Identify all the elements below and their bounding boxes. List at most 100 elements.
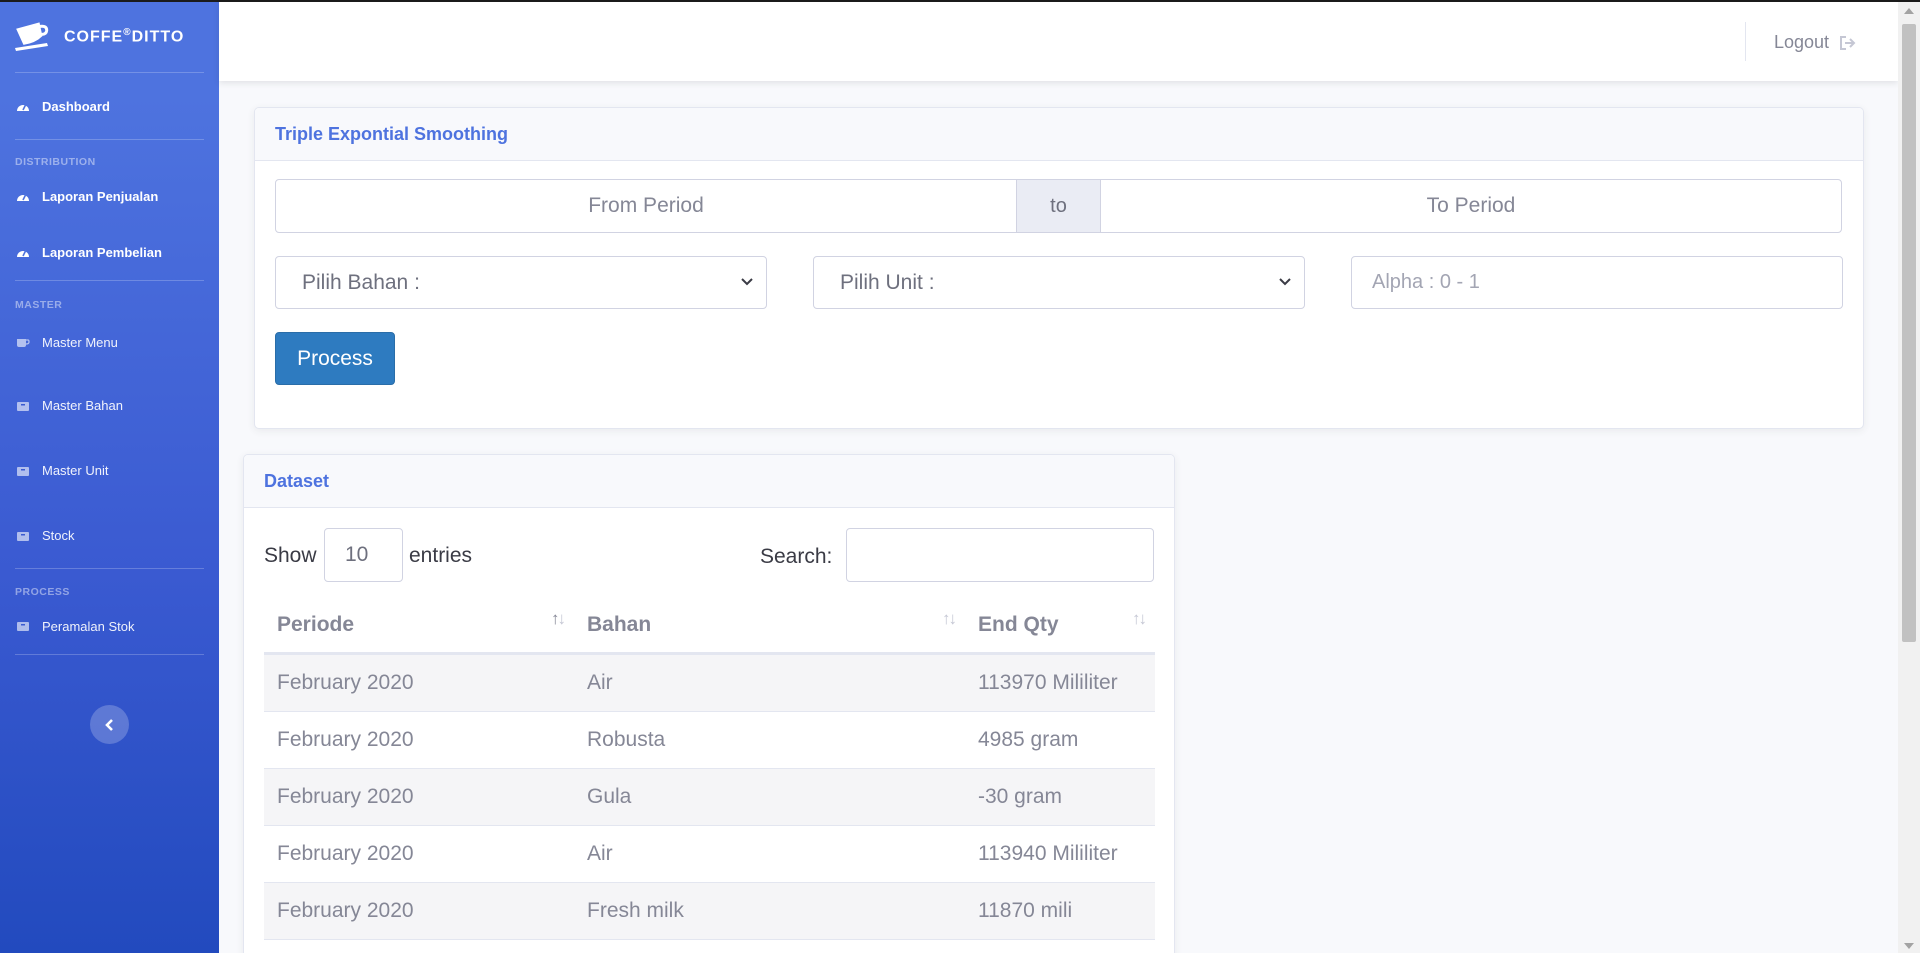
cell-end-qty: 11870 mili xyxy=(978,899,1073,922)
unit-select-value: Pilih Unit : xyxy=(840,270,935,294)
sidebar-item-stock[interactable]: Stock xyxy=(0,503,219,568)
sidebar-heading-master: MASTER xyxy=(15,299,63,311)
table-row[interactable]: February 2020 Air 113970 Mililiter xyxy=(264,655,1155,712)
sidebar-item-peramalan-stok[interactable]: Peramalan Stok xyxy=(0,598,219,654)
sidebar-item-laporan-penjualan[interactable]: Laporan Penjualan xyxy=(0,168,219,224)
to-period-input[interactable]: To Period xyxy=(1100,179,1842,233)
entries-label: entries xyxy=(409,544,473,567)
cell-bahan: Fresh milk xyxy=(587,899,684,922)
dataset-card-title: Dataset xyxy=(244,455,1174,508)
column-header-end-qty[interactable]: End Qty ↑↓ xyxy=(965,597,1155,652)
box-icon xyxy=(17,622,29,631)
column-header-label: Periode xyxy=(277,612,355,636)
unit-select[interactable]: Pilih Unit : xyxy=(813,256,1305,309)
scroll-up-icon[interactable] xyxy=(1904,8,1914,14)
table-body: February 2020 Air 113970 Mililiter February… xyxy=(264,655,1155,940)
period-range: From Period to To Period xyxy=(275,179,1842,233)
topbar: Logout xyxy=(219,2,1898,81)
cell-periode: February 2020 xyxy=(277,785,414,808)
dataset-table: Periode ↑↓ Bahan ↑↓ End Qty ↑↓ February … xyxy=(264,597,1155,940)
coffee-icon xyxy=(17,339,30,347)
chevron-down-icon xyxy=(741,278,753,286)
cell-end-qty: 113970 Mililiter xyxy=(978,671,1118,694)
column-header-label: End Qty xyxy=(978,612,1059,636)
sidebar-heading-distribution: DISTRIBUTION xyxy=(15,156,96,168)
sidebar-item-master-menu[interactable]: Master Menu xyxy=(0,311,219,373)
cell-bahan: Gula xyxy=(587,785,632,808)
cell-bahan: Air xyxy=(587,842,613,865)
from-period-input[interactable]: From Period xyxy=(275,179,1017,233)
page-scrollbar[interactable] xyxy=(1898,2,1920,953)
sidebar-divider xyxy=(15,568,204,569)
sidebar-item-label: Stock xyxy=(42,528,75,543)
column-header-periode[interactable]: Periode ↑↓ xyxy=(264,597,574,652)
gauge-icon xyxy=(17,193,29,201)
cell-periode: February 2020 xyxy=(277,899,414,922)
search-input[interactable] xyxy=(846,528,1154,582)
alpha-input[interactable]: Alpha : 0 - 1 xyxy=(1351,256,1843,309)
sidebar-item-label: Master Menu xyxy=(42,334,118,350)
cell-periode: February 2020 xyxy=(277,671,414,694)
sort-icon: ↑↓ xyxy=(1132,609,1147,628)
brand[interactable]: COFFE®DITTO xyxy=(0,2,219,72)
cell-end-qty: -30 gram xyxy=(978,785,1063,808)
entries-length-select[interactable]: 10 xyxy=(324,528,403,582)
datatable-controls: Show 10 entries Search: xyxy=(264,528,1154,582)
column-header-label: Bahan xyxy=(587,612,652,636)
sort-icon: ↑↓ xyxy=(942,609,957,628)
bahan-select-value: Pilih Bahan : xyxy=(302,270,420,294)
sidebar-item-label: Dashboard xyxy=(42,98,110,114)
scrollbar-thumb[interactable] xyxy=(1902,24,1916,642)
cell-periode: February 2020 xyxy=(277,728,414,751)
cell-bahan: Air xyxy=(587,671,613,694)
search-label: Search: xyxy=(760,545,833,568)
scroll-down-icon[interactable] xyxy=(1904,943,1914,949)
cell-end-qty: 4985 gram xyxy=(978,728,1079,751)
gauge-icon xyxy=(17,249,29,257)
process-button[interactable]: Process xyxy=(275,332,395,385)
range-to-label: to xyxy=(1017,179,1100,233)
cell-end-qty: 113940 Mililiter xyxy=(978,842,1118,865)
coffee-cup-icon xyxy=(15,22,49,51)
logout-button[interactable]: Logout xyxy=(1774,32,1857,53)
sidebar-item-laporan-pembelian[interactable]: Laporan Pembelian xyxy=(0,224,219,280)
sign-out-icon xyxy=(1840,35,1856,50)
chevron-left-icon xyxy=(104,718,113,731)
gauge-icon xyxy=(17,103,29,111)
sidebar-item-label: Peramalan Stok xyxy=(42,618,135,634)
dataset-card: Dataset Show 10 entries Search: Periode … xyxy=(243,454,1175,953)
table-header: Periode ↑↓ Bahan ↑↓ End Qty ↑↓ xyxy=(264,597,1155,655)
box-icon xyxy=(17,531,29,541)
table-row[interactable]: February 2020 Air 113940 Mililiter xyxy=(264,826,1155,883)
sidebar-divider xyxy=(15,139,204,140)
sidebar-item-master-bahan[interactable]: Master Bahan xyxy=(0,373,219,438)
forecast-card: Triple Expontial Smoothing From Period t… xyxy=(254,107,1864,429)
topbar-divider xyxy=(1745,22,1746,61)
box-icon xyxy=(17,466,29,476)
cell-periode: February 2020 xyxy=(277,842,414,865)
chevron-down-icon xyxy=(1279,278,1291,286)
sidebar: COFFE®DITTO Dashboard DISTRIBUTION Lapor… xyxy=(0,2,219,953)
sidebar-item-master-unit[interactable]: Master Unit xyxy=(0,438,219,503)
sort-asc-icon: ↑↓ xyxy=(551,609,566,628)
sidebar-item-label: Laporan Pembelian xyxy=(42,244,162,260)
table-row[interactable]: February 2020 Fresh milk 11870 mili xyxy=(264,883,1155,940)
show-label: Show xyxy=(264,544,317,567)
brand-name: COFFE®DITTO xyxy=(64,27,185,46)
sidebar-divider xyxy=(15,280,204,281)
logout-label: Logout xyxy=(1774,32,1830,52)
cell-bahan: Robusta xyxy=(587,728,666,751)
sidebar-item-label: Master Unit xyxy=(42,463,109,478)
sidebar-item-label: Master Bahan xyxy=(42,398,123,413)
box-icon xyxy=(17,401,29,411)
table-row[interactable]: February 2020 Gula -30 gram xyxy=(264,769,1155,826)
table-row[interactable]: February 2020 Robusta 4985 gram xyxy=(264,712,1155,769)
sidebar-toggle-button[interactable] xyxy=(90,705,129,744)
sidebar-heading-process: PROCESS xyxy=(15,586,70,598)
column-header-bahan[interactable]: Bahan ↑↓ xyxy=(574,597,965,652)
sidebar-item-label: Laporan Penjualan xyxy=(42,188,159,204)
sidebar-divider xyxy=(15,654,204,655)
sidebar-item-dashboard[interactable]: Dashboard xyxy=(0,73,219,139)
forecast-card-title: Triple Expontial Smoothing xyxy=(255,108,1863,161)
bahan-select[interactable]: Pilih Bahan : xyxy=(275,256,767,309)
